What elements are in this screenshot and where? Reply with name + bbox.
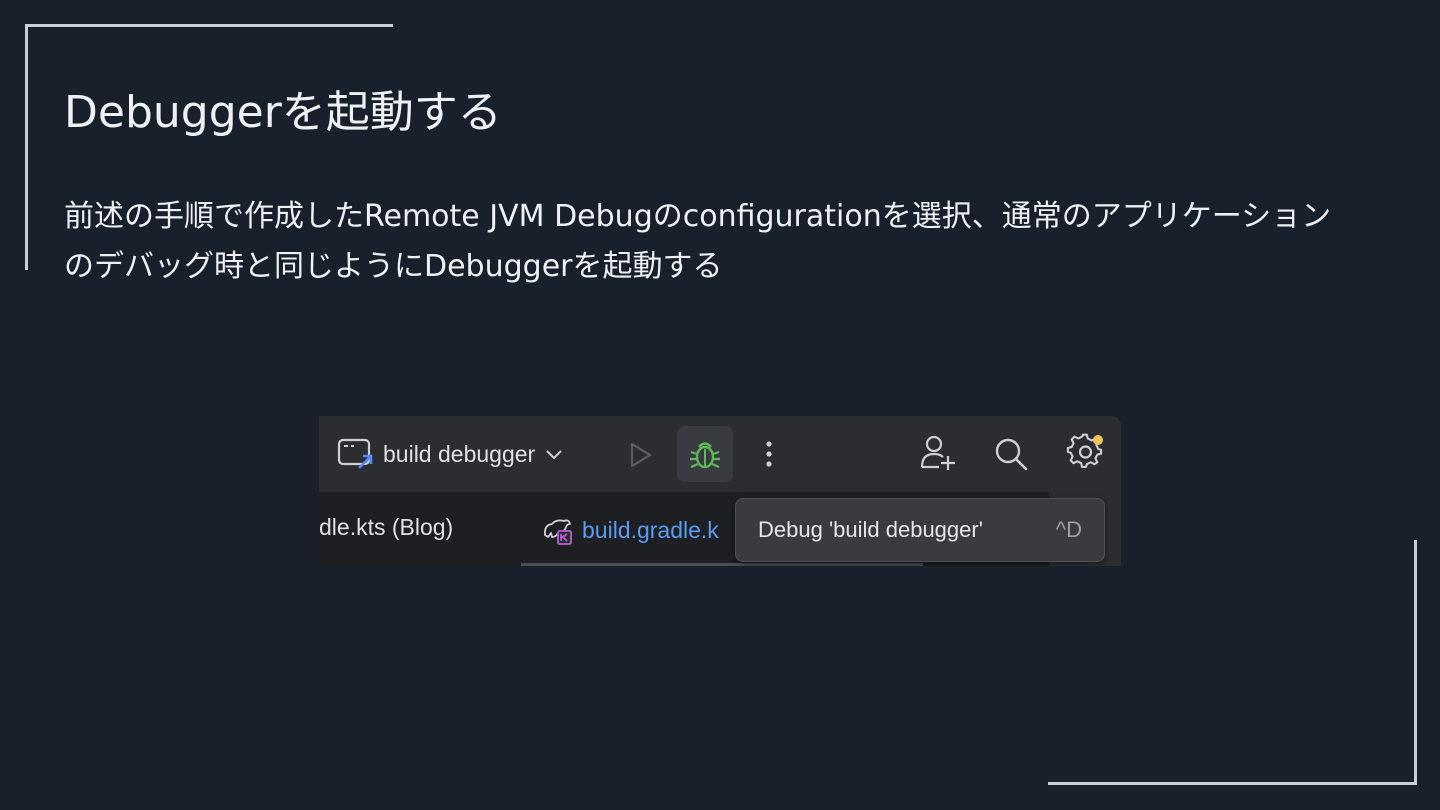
- settings-icon[interactable]: [1066, 432, 1108, 474]
- run-configuration-label: build debugger: [383, 440, 536, 467]
- notification-dot-icon: [1093, 435, 1103, 445]
- run-configuration-selector[interactable]: build debugger: [337, 436, 565, 472]
- gradle-kotlin-icon: [543, 519, 572, 545]
- active-tab-underline: [521, 563, 923, 566]
- frame-corner-top-left-horizontal: [25, 24, 393, 27]
- ide-screenshot: build debugger dle.kts (Blog) build.grad…: [319, 416, 1121, 566]
- add-user-icon[interactable]: [919, 434, 957, 472]
- chevron-down-icon[interactable]: [543, 443, 565, 465]
- editor-tab-build-gradle-label: build.gradle.k: [582, 516, 719, 543]
- editor-tab-blog[interactable]: dle.kts (Blog): [319, 514, 453, 541]
- slide-title: Debuggerを起動する: [64, 87, 502, 138]
- run-icon[interactable]: [625, 440, 655, 470]
- frame-corner-bottom-right-horizontal: [1048, 782, 1417, 785]
- slide-body-text: 前述の手順で作成したRemote JVM Debugのconfiguration…: [64, 199, 1332, 284]
- debug-icon: [690, 442, 720, 469]
- ide-toolbar: build debugger: [319, 416, 1121, 492]
- more-vertical-icon[interactable]: [757, 438, 781, 472]
- run-configuration-icon: [337, 438, 373, 469]
- tooltip-text: Debug 'build debugger': [758, 517, 983, 542]
- debug-tooltip: Debug 'build debugger' ^D: [735, 498, 1105, 562]
- frame-corner-bottom-right-vertical: [1414, 540, 1417, 785]
- editor-tab-build-gradle[interactable]: build.gradle.k: [542, 514, 719, 546]
- frame-corner-top-left-vertical: [25, 24, 28, 270]
- tooltip-shortcut: ^D: [1055, 517, 1082, 542]
- search-icon[interactable]: [993, 436, 1029, 472]
- debug-button[interactable]: [677, 426, 733, 482]
